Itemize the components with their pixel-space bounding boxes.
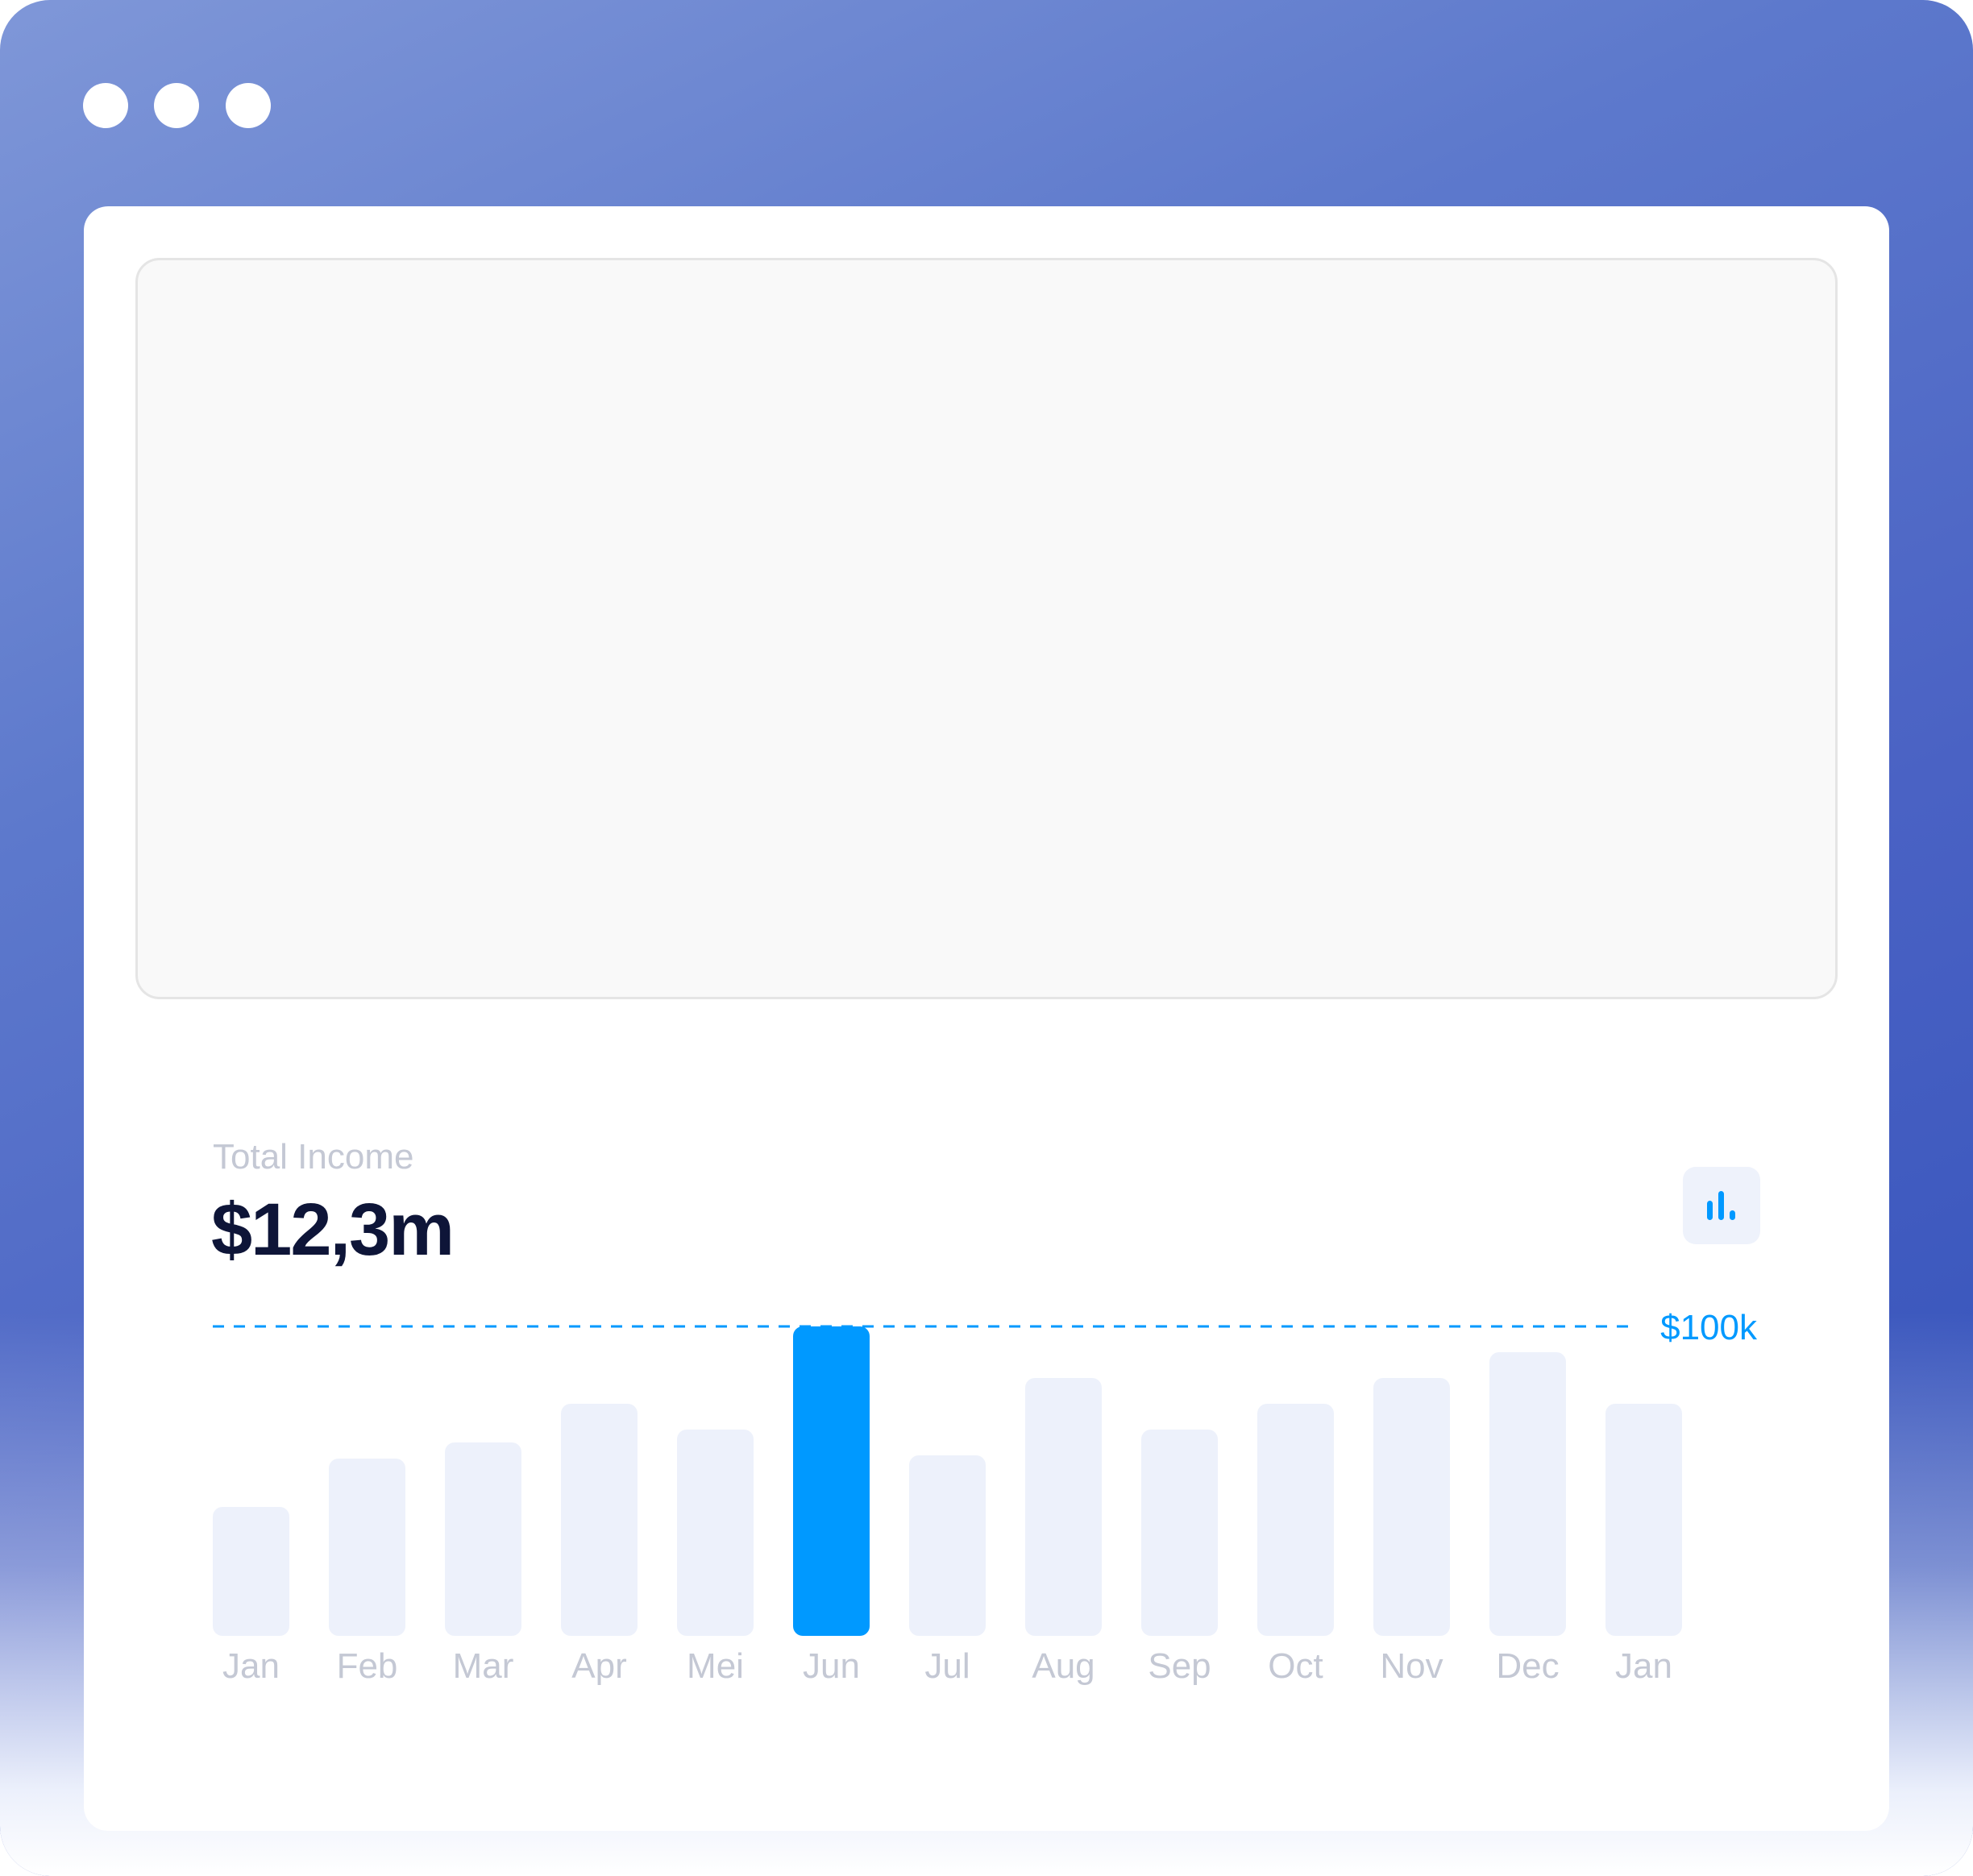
x-tick-label: Apr	[571, 1646, 626, 1686]
bar-dec-11	[1489, 1352, 1566, 1636]
app-window: Total Income $12,3m $100k Jan Feb Mar Apr Mei…	[0, 0, 1973, 1876]
x-tick-label: Mei	[687, 1646, 744, 1686]
x-tick-label: Oct	[1268, 1646, 1323, 1686]
x-tick-label: Jun	[803, 1646, 860, 1686]
bar-apr-3	[561, 1404, 638, 1636]
bar-mei-4	[677, 1430, 754, 1636]
x-tick-label: Feb	[337, 1646, 398, 1686]
x-tick-label: Dec	[1496, 1646, 1559, 1686]
income-bar-chart: $100k Jan Feb Mar Apr Mei Jun Jul Aug Sep Oct Nov De…	[213, 1308, 1758, 1686]
bar-nov-10	[1373, 1378, 1450, 1636]
x-tick-label: Jan	[222, 1646, 280, 1686]
x-tick-label: Mar	[453, 1646, 514, 1686]
window-control-dot-2[interactable]	[154, 83, 199, 128]
x-tick-label: Jul	[924, 1646, 970, 1686]
x-tick-label: Jan	[1615, 1646, 1672, 1686]
bar-oct-9	[1257, 1404, 1334, 1636]
bar-sep-8	[1141, 1430, 1218, 1636]
reference-line-label: $100k	[1660, 1308, 1758, 1347]
bar-jan-0	[213, 1507, 289, 1636]
window-control-dot-1[interactable]	[83, 83, 128, 128]
x-tick-label: Sep	[1148, 1646, 1211, 1686]
bar-jul-6	[909, 1455, 986, 1636]
content-card: Total Income $12,3m $100k Jan Feb Mar Apr Mei…	[84, 206, 1889, 1831]
bar-feb-1	[329, 1459, 405, 1636]
bar-aug-7	[1025, 1378, 1102, 1636]
bar-jan-12	[1605, 1404, 1682, 1636]
window-control-dot-3[interactable]	[226, 83, 271, 128]
bar-jun-5	[793, 1326, 870, 1636]
bar-mar-2	[445, 1442, 521, 1636]
x-tick-label: Nov	[1380, 1646, 1443, 1686]
x-tick-label: Aug	[1032, 1646, 1094, 1686]
